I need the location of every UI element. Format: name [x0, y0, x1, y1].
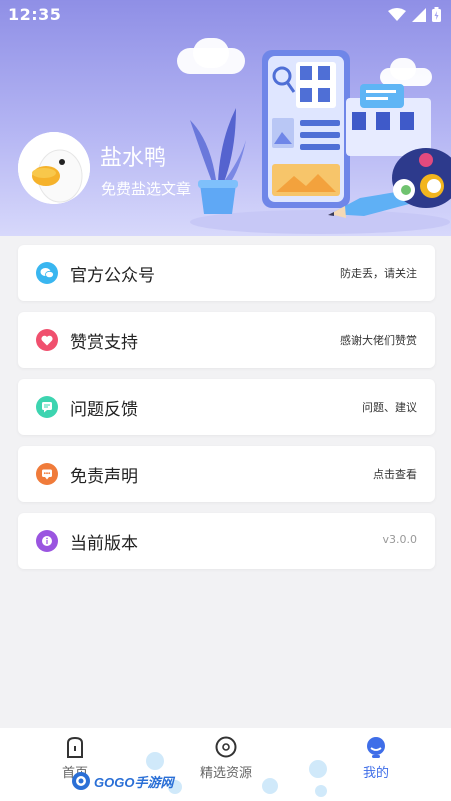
menu-item-value: 点击查看 — [373, 468, 417, 481]
tab-profile[interactable]: 我的 — [326, 736, 426, 781]
menu-item-label: 官方公众号 — [70, 266, 155, 286]
settings-menu: 官方公众号 防走丢，请关注 赞赏支持 感谢大佬们赞赏 问题反馈 问题、建议 免责… — [18, 245, 435, 580]
bottom-tab-bar: 首页 精选资源 我的 — [0, 728, 451, 801]
tab-label: 精选资源 — [199, 766, 252, 781]
gogo-logo-icon — [72, 772, 90, 790]
bubble-decoration — [262, 778, 278, 794]
feedback-icon — [36, 396, 58, 418]
bubble-decoration — [315, 785, 327, 797]
menu-item-label: 当前版本 — [70, 534, 138, 554]
avatar[interactable] — [18, 132, 90, 204]
profile-icon — [367, 737, 385, 758]
menu-item-value: v3.0.0 — [382, 533, 418, 546]
bubble-decoration — [146, 752, 164, 770]
wechat-icon — [36, 262, 58, 284]
menu-item-value: 问题、建议 — [362, 401, 417, 414]
profile-name: 盐水鸭 — [100, 146, 167, 171]
tab-label: 我的 — [362, 766, 389, 781]
watermark-logo: GOGO手游网 — [70, 770, 173, 792]
profile-subtitle: 免费盐选文章 — [101, 180, 192, 198]
menu-item-feedback[interactable]: 问题反馈 问题、建议 — [18, 379, 435, 435]
menu-item-official-account[interactable]: 官方公众号 防走丢，请关注 — [18, 245, 435, 301]
home-icon — [67, 736, 83, 758]
menu-item-label: 赞赏支持 — [70, 333, 138, 353]
menu-item-disclaimer[interactable]: 免责声明 点击查看 — [18, 446, 435, 502]
heart-icon — [36, 329, 58, 351]
duck-avatar-icon — [18, 132, 90, 204]
message-icon — [36, 463, 58, 485]
menu-item-label: 免责声明 — [70, 467, 138, 487]
menu-item-donate[interactable]: 赞赏支持 感谢大佬们赞赏 — [18, 312, 435, 368]
info-icon — [36, 530, 58, 552]
menu-item-label: 问题反馈 — [70, 400, 138, 420]
menu-item-value: 防走丢，请关注 — [340, 267, 417, 280]
tab-resources[interactable]: 精选资源 — [176, 736, 276, 781]
profile-header: 12:35 盐水鸭 免费盐选文章 — [0, 0, 451, 236]
bubble-decoration — [309, 760, 327, 778]
menu-item-value: 感谢大佬们赞赏 — [340, 334, 417, 347]
watermark-text: GOGO手游网 — [94, 774, 174, 790]
menu-item-version[interactable]: 当前版本 v3.0.0 — [18, 513, 435, 569]
compass-icon — [215, 736, 237, 758]
